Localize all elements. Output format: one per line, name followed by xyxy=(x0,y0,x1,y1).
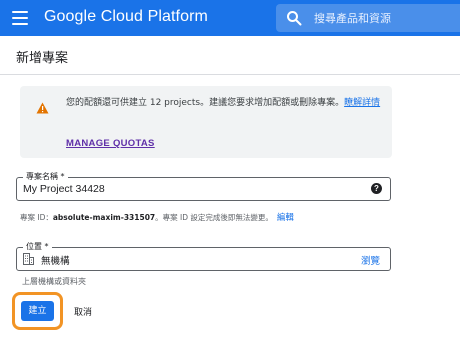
location-field[interactable]: 位置 * 無機構 瀏覽 xyxy=(16,241,391,271)
create-button-highlight: 建立 xyxy=(12,292,63,330)
edit-project-id-link[interactable]: 編輯 xyxy=(277,213,294,223)
location-helper-text: 上層機構或資料夾 xyxy=(22,277,86,286)
browse-button[interactable]: 瀏覽 xyxy=(361,253,380,267)
search-icon[interactable] xyxy=(286,10,302,26)
cancel-button[interactable]: 取消 xyxy=(74,305,92,318)
search-bar[interactable] xyxy=(276,4,460,32)
warning-icon xyxy=(36,102,49,114)
project-name-field[interactable]: 專案名稱 * ? xyxy=(16,171,391,201)
page-title: 新增專案 xyxy=(16,51,69,66)
project-id-note: 。專案 ID 設定完成後即無法變更。 xyxy=(155,213,273,222)
top-app-bar: Google Cloud Platform xyxy=(0,0,460,36)
project-id-prefix: 專案 ID： xyxy=(20,213,53,222)
quota-message: 您的配額還可供建立 12 projects。建議您要求增加配額或刪除專案。瞭解詳… xyxy=(66,96,386,111)
quota-notice: 您的配額還可供建立 12 projects。建議您要求增加配額或刪除專案。瞭解詳… xyxy=(20,86,392,158)
product-title[interactable]: Google Cloud Platform xyxy=(44,8,208,26)
menu-icon[interactable] xyxy=(12,11,28,25)
location-value: 無機構 xyxy=(41,256,70,267)
help-icon[interactable]: ? xyxy=(371,183,382,194)
project-name-input[interactable] xyxy=(23,181,323,197)
create-button[interactable]: 建立 xyxy=(21,301,54,321)
quota-message-text: 您的配額還可供建立 12 projects。建議您要求增加配額或刪除專案。 xyxy=(66,98,345,108)
learn-more-link[interactable]: 瞭解詳情 xyxy=(344,98,380,108)
organization-icon xyxy=(23,253,34,265)
project-id-value: absolute-maxim-331507 xyxy=(52,213,156,222)
project-id-info: 專案 ID：absolute-maxim-331507。專案 ID 設定完成後即… xyxy=(20,211,294,223)
manage-quotas-link[interactable]: MANAGE QUOTAS xyxy=(66,138,155,149)
header-divider xyxy=(0,74,460,75)
location-label: 位置 * xyxy=(23,241,52,253)
search-input[interactable] xyxy=(314,8,454,28)
